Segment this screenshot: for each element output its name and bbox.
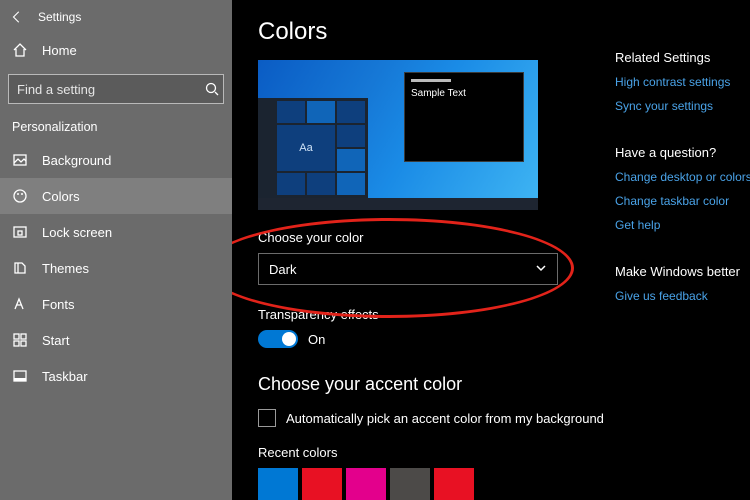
sidebar-item-start[interactable]: Start bbox=[0, 322, 232, 358]
search-box[interactable] bbox=[8, 74, 224, 104]
related-heading: Related Settings bbox=[615, 50, 746, 65]
sidebar-item-label: Background bbox=[42, 153, 111, 168]
right-column: Related Settings High contrast settings … bbox=[615, 0, 750, 500]
link-sync-settings[interactable]: Sync your settings bbox=[615, 99, 746, 113]
recent-colors bbox=[258, 468, 615, 500]
themes-icon bbox=[12, 260, 28, 276]
color-swatch[interactable] bbox=[258, 468, 298, 500]
choose-color-value: Dark bbox=[269, 262, 296, 277]
preview-taskbar bbox=[258, 198, 538, 210]
page-title: Colors bbox=[258, 18, 615, 46]
sidebar-item-colors[interactable]: Colors bbox=[0, 178, 232, 214]
preview-sample-text: Sample Text bbox=[411, 88, 517, 99]
preview-start-menu: Aa bbox=[258, 98, 368, 198]
app-title: Settings bbox=[38, 10, 81, 24]
fonts-icon bbox=[12, 296, 28, 312]
link-high-contrast[interactable]: High contrast settings bbox=[615, 75, 746, 89]
start-icon bbox=[12, 332, 28, 348]
auto-accent-checkbox[interactable] bbox=[258, 409, 276, 427]
sidebar-item-label: Taskbar bbox=[42, 369, 88, 384]
main-panel: Colors Aa Sample Text Choose your color … bbox=[232, 0, 615, 500]
sidebar-item-themes[interactable]: Themes bbox=[0, 250, 232, 286]
sidebar: Settings Home Personalization Background… bbox=[0, 0, 232, 500]
link-get-help[interactable]: Get help bbox=[615, 218, 746, 232]
sidebar-item-fonts[interactable]: Fonts bbox=[0, 286, 232, 322]
home-icon bbox=[12, 42, 28, 58]
sidebar-item-label: Themes bbox=[42, 261, 89, 276]
auto-accent-row[interactable]: Automatically pick an accent color from … bbox=[258, 409, 615, 427]
section-label: Personalization bbox=[0, 114, 232, 142]
preview-tile-text: Aa bbox=[277, 125, 335, 171]
choose-color-select[interactable]: Dark bbox=[258, 253, 558, 285]
search-icon bbox=[201, 81, 223, 97]
transparency-value: On bbox=[308, 332, 325, 347]
recent-colors-label: Recent colors bbox=[258, 445, 615, 460]
color-swatch[interactable] bbox=[434, 468, 474, 500]
titlebar: Settings bbox=[0, 6, 232, 34]
sidebar-item-lock-screen[interactable]: Lock screen bbox=[0, 214, 232, 250]
color-swatch[interactable] bbox=[390, 468, 430, 500]
accent-heading: Choose your accent color bbox=[258, 374, 615, 395]
better-heading: Make Windows better bbox=[615, 264, 746, 279]
nav-home-label: Home bbox=[42, 43, 77, 58]
question-heading: Have a question? bbox=[615, 145, 746, 160]
link-change-taskbar[interactable]: Change taskbar color bbox=[615, 194, 746, 208]
sidebar-item-label: Colors bbox=[42, 189, 80, 204]
chevron-down-icon bbox=[535, 262, 547, 277]
sidebar-item-label: Start bbox=[42, 333, 69, 348]
color-preview: Aa Sample Text bbox=[258, 60, 538, 210]
choose-color-label: Choose your color bbox=[258, 230, 615, 245]
search-input[interactable] bbox=[9, 82, 201, 97]
transparency-label: Transparency effects bbox=[258, 307, 615, 322]
color-swatch[interactable] bbox=[302, 468, 342, 500]
taskbar-icon bbox=[12, 368, 28, 384]
back-icon[interactable] bbox=[10, 10, 24, 24]
auto-accent-label: Automatically pick an accent color from … bbox=[286, 411, 604, 426]
sidebar-item-background[interactable]: Background bbox=[0, 142, 232, 178]
link-change-desktop[interactable]: Change desktop or colors bbox=[615, 170, 746, 184]
link-feedback[interactable]: Give us feedback bbox=[615, 289, 746, 303]
sidebar-item-label: Lock screen bbox=[42, 225, 112, 240]
nav-home[interactable]: Home bbox=[0, 34, 232, 66]
transparency-toggle[interactable] bbox=[258, 330, 298, 348]
palette-icon bbox=[12, 188, 28, 204]
color-swatch[interactable] bbox=[346, 468, 386, 500]
sidebar-item-label: Fonts bbox=[42, 297, 75, 312]
sidebar-item-taskbar[interactable]: Taskbar bbox=[0, 358, 232, 394]
lock-screen-icon bbox=[12, 224, 28, 240]
picture-icon bbox=[12, 152, 28, 168]
preview-window: Sample Text bbox=[404, 72, 524, 162]
